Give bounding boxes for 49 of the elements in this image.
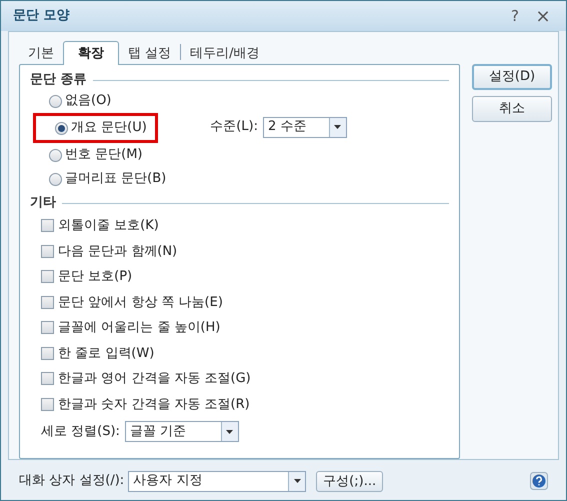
dialog-settings-label: 대화 상자 설정(/): [19, 472, 124, 490]
checkbox[interactable] [41, 398, 54, 411]
radio-option[interactable]: 번호 문단(M) [30, 143, 150, 167]
checkbox[interactable] [41, 244, 54, 258]
dropdown-field[interactable]: 2 수준 [262, 116, 347, 138]
radio-button[interactable] [55, 122, 68, 134]
dropdown-button[interactable] [220, 422, 238, 441]
dropdown-field[interactable]: 글꼴 기준 [124, 421, 239, 442]
radio-option[interactable]: 없음(O) [30, 89, 120, 113]
checkbox[interactable] [41, 296, 54, 309]
tab[interactable]: 탭 설정 [119, 44, 180, 64]
dropdown-button[interactable] [288, 472, 306, 490]
configure-button[interactable]: 구성(;)... [316, 470, 384, 492]
checkbox[interactable] [41, 346, 54, 360]
checkbox-option[interactable]: 문단 보호(P) [30, 264, 132, 290]
radio-button[interactable] [49, 94, 62, 108]
caret-icon [294, 479, 301, 483]
tab[interactable]: 확장 [63, 41, 119, 65]
level-label: 수준(L): [210, 118, 258, 136]
dropdown-field[interactable]: 사용자 지정 [128, 470, 306, 492]
checkbox[interactable] [41, 372, 54, 386]
checkbox-option[interactable]: 다음 문단과 함께(N) [30, 238, 178, 264]
close-button[interactable]: × [532, 2, 554, 30]
alignment-label: 세로 정렬(S): [41, 422, 120, 441]
radio-option[interactable]: 글머리표 문단(B) [30, 167, 174, 191]
dropdown-button[interactable] [328, 118, 346, 136]
caret-icon [334, 125, 342, 129]
section-heading: 문단 종류 [30, 71, 87, 90]
cancel-button[interactable]: 취소 [472, 96, 552, 122]
checkbox-option[interactable]: 한 줄로 입력(W) [30, 340, 154, 366]
help-button[interactable]: ? [504, 4, 526, 28]
window-title: 문단 모양 [13, 7, 71, 26]
section-heading: 기타 [30, 194, 56, 212]
tab[interactable]: 기본 [19, 44, 63, 64]
caret-icon [226, 430, 234, 434]
checkbox-option[interactable]: 글꼴에 어울리는 줄 높이(H) [30, 315, 220, 340]
confirm-button[interactable]: 설정(D) [472, 64, 552, 90]
tab[interactable]: 테두리/배경 [181, 44, 269, 64]
radio-button[interactable] [49, 148, 62, 162]
checkbox[interactable] [41, 219, 54, 232]
checkbox-option[interactable]: 외톨이줄 보호(K) [30, 213, 159, 238]
radio-button[interactable] [49, 172, 62, 186]
checkbox-option[interactable]: 한글과 영어 간격을 자동 조절(G) [30, 366, 251, 392]
radio-option[interactable]: 개요 문단(U) [33, 113, 158, 143]
checkbox[interactable] [41, 321, 54, 334]
checkbox-option[interactable]: 한글과 숫자 간격을 자동 조절(R) [30, 392, 250, 417]
checkbox-option[interactable]: 문단 앞에서 항상 쪽 나눔(E) [30, 290, 223, 315]
checkbox[interactable] [41, 270, 54, 284]
help-icon[interactable] [530, 472, 548, 490]
